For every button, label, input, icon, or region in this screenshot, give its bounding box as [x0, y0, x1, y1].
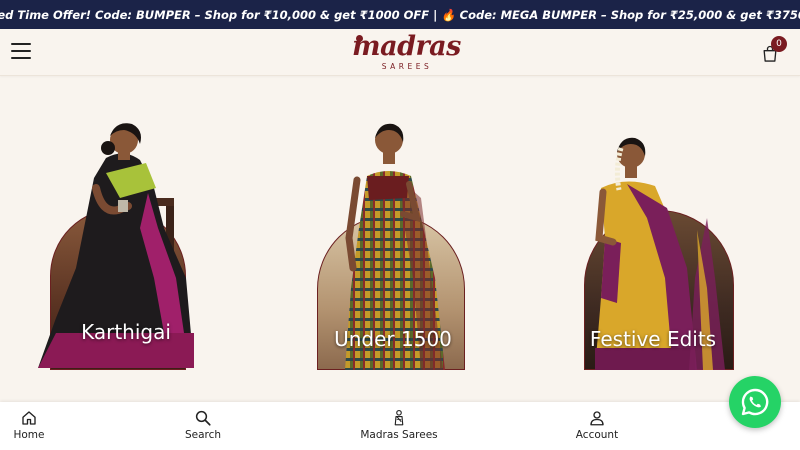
category-card-under-1500[interactable]: Under 1500	[305, 118, 475, 373]
category-label: Under 1500	[334, 327, 452, 351]
nav-item-account[interactable]: Account	[557, 409, 637, 442]
nav-item-home[interactable]: Home	[0, 409, 69, 442]
whatsapp-chat-button[interactable]	[729, 376, 781, 428]
logo-wordmark: madras	[352, 31, 461, 62]
logo-subtext: SAREES	[381, 62, 433, 71]
category-card-karthigai[interactable]: Karthigai	[36, 118, 206, 373]
user-icon	[590, 411, 604, 426]
promo-text: 🎉 Limited Time Offer! Code: BUMPER – Sho…	[0, 7, 800, 22]
category-label: Festive Edits	[589, 327, 717, 351]
nav-label: Search	[184, 429, 222, 441]
hamburger-menu-icon[interactable]	[11, 43, 31, 60]
saree-figure-icon	[394, 409, 404, 426]
cart-count-badge: 0	[771, 36, 787, 52]
nav-label: Home	[13, 429, 45, 441]
home-icon	[22, 411, 36, 425]
whatsapp-icon	[741, 388, 769, 416]
search-icon	[195, 410, 211, 426]
logo-mark	[356, 35, 363, 42]
category-label: Karthigai	[81, 320, 171, 344]
bottom-navigation: Home Search Madras Sarees Account	[0, 402, 800, 450]
nav-item-search[interactable]: Search	[163, 409, 243, 442]
promo-banner: 🎉 Limited Time Offer! Code: BUMPER – Sho…	[0, 0, 800, 29]
category-card-festive-edits[interactable]: Festive Edits	[577, 118, 747, 373]
nav-label: Account	[575, 429, 619, 441]
cart-button[interactable]: 0	[760, 36, 788, 66]
nav-item-madras-sarees[interactable]: Madras Sarees	[349, 409, 449, 442]
site-header: madras SAREES 0	[0, 29, 800, 76]
nav-label: Madras Sarees	[360, 429, 438, 441]
site-logo[interactable]: madras SAREES	[352, 31, 461, 74]
